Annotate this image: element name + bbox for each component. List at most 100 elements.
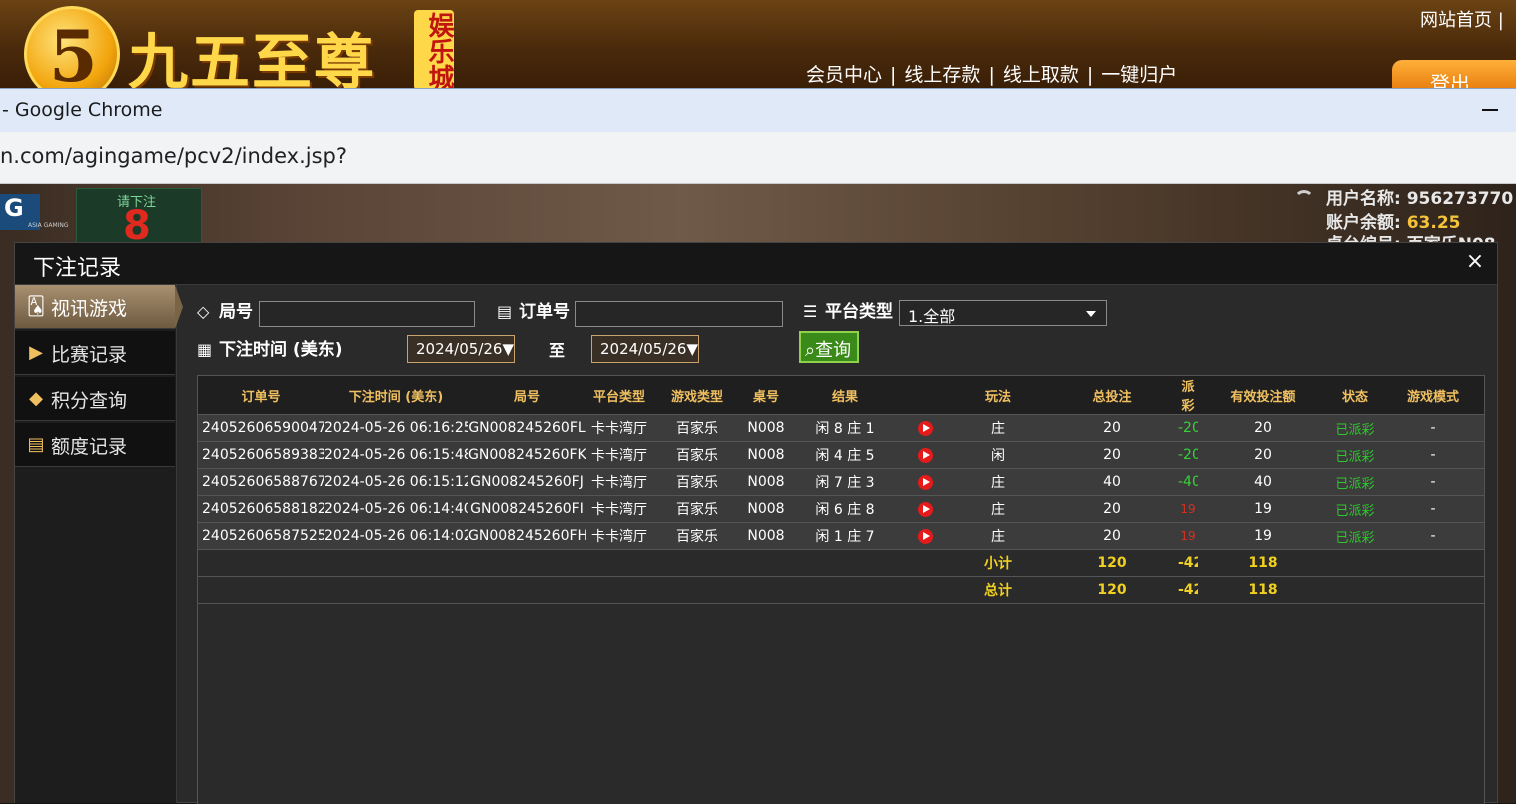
wifi-icon	[1294, 190, 1314, 210]
minimize-icon[interactable]	[1482, 109, 1498, 111]
cell-play: 庄	[950, 522, 1046, 550]
play-video-icon[interactable]	[917, 447, 933, 463]
empty-cell	[742, 549, 790, 577]
sidebar-item-live-games[interactable]: 🂡 视讯游戏	[15, 285, 183, 329]
cell-order: 240526065887677	[198, 468, 324, 496]
empty-cell	[900, 576, 950, 604]
play-video-icon[interactable]	[917, 474, 933, 490]
browser-title: - Google Chrome	[2, 99, 163, 121]
bet-records-table: 订单号 下注时间 (美东) 局号 平台类型 游戏类型 桌号 结果 玩法 总投注 派彩 有效投注额 状态…	[198, 376, 1484, 604]
column-header: 游戏模式	[1382, 376, 1484, 415]
browser-title-bar: - Google Chrome	[0, 88, 1516, 132]
play-video-icon[interactable]	[917, 501, 933, 517]
tag-icon: ◇	[197, 302, 210, 321]
empty-cell	[790, 576, 900, 604]
video-replay-cell	[900, 522, 950, 550]
video-replay-cell	[900, 441, 950, 469]
sidebar-item-label: 额度记录	[51, 436, 128, 458]
cell-play: 庄	[950, 414, 1046, 442]
address-url[interactable]: n.com/agingame/pcv2/index.jsp?	[0, 144, 347, 168]
site-logo-text[interactable]: 九五至尊	[128, 14, 376, 88]
column-header: 派彩	[1178, 376, 1198, 415]
home-link[interactable]: 网站首页 |	[1420, 6, 1504, 32]
cell-result: 闲 8 庄 1	[790, 414, 900, 442]
cell-mode: -	[1382, 495, 1484, 523]
table-row[interactable]: 240526065900472 2024-05-26 06:16:25 GN0082…	[198, 414, 1484, 442]
cell-play: 闲	[950, 441, 1046, 469]
column-header: 订单号	[198, 376, 324, 415]
cell-valid: 19	[1198, 522, 1328, 550]
column-header: 玩法	[950, 376, 1046, 415]
chevron-down-icon	[1086, 311, 1096, 317]
cell-mode: -	[1382, 522, 1484, 550]
user-info-panel: 用户名称: 956273770 账户余额: 63.25 桌台编号: 百家乐N08	[1290, 184, 1516, 255]
subtotal-row: 小计120-42118	[198, 549, 1484, 577]
sidebar-item-match-records[interactable]: ▶ 比赛记录	[15, 331, 175, 375]
clipboard-icon: ▤	[497, 302, 513, 321]
cell-valid: 19	[1198, 495, 1328, 523]
cell-status: 已派彩	[1328, 522, 1382, 550]
sidebar: 🂡 视讯游戏 ▶ 比赛记录 ◆ 积分查询 ▤ 额度记录	[15, 285, 183, 803]
table-row[interactable]: 240526065875252 2024-05-26 06:14:02 GN0082…	[198, 522, 1484, 550]
cell-valid: 20	[1198, 441, 1328, 469]
empty-cell	[586, 576, 652, 604]
bet-record-modal: 下注记录 × 🂡 视讯游戏 ▶ 比赛记录 ◆ 积分查询 ▤ 额度记录 ◇ 局号 ▤…	[14, 242, 1498, 804]
column-header: 总投注	[1046, 376, 1178, 415]
browser-address-bar[interactable]: n.com/agingame/pcv2/index.jsp?	[0, 132, 1516, 184]
date-to-picker[interactable]: 2024/05/26▼	[591, 335, 699, 363]
date-from-picker[interactable]: 2024/05/26▼	[407, 335, 515, 363]
cell-status: 已派彩	[1328, 468, 1382, 496]
table-row[interactable]: 240526065881826 2024-05-26 06:14:40 GN0082…	[198, 495, 1484, 523]
cell-time: 2024-05-26 06:15:48	[324, 441, 468, 469]
order-input[interactable]	[575, 301, 783, 327]
table-row[interactable]: 240526065893830 2024-05-26 06:15:48 GN0082…	[198, 441, 1484, 469]
empty-cell	[790, 549, 900, 577]
cell-table: N008	[742, 468, 790, 496]
cell-result: 闲 7 庄 3	[790, 468, 900, 496]
cell-time: 2024-05-26 06:14:40	[324, 495, 468, 523]
video-replay-cell	[900, 468, 950, 496]
cell-round: GN008245260FJ	[468, 468, 586, 496]
logout-button[interactable]: 登出	[1392, 60, 1516, 88]
play-video-icon[interactable]	[917, 528, 933, 544]
cell-play: 庄	[950, 495, 1046, 523]
nav-one-click-transfer[interactable]: 一键归户	[1101, 64, 1177, 86]
query-label: 查询	[815, 340, 852, 361]
cell-bet: 20	[1046, 522, 1178, 550]
play-video-icon[interactable]	[917, 420, 933, 436]
cell-platform: 卡卡湾厅	[586, 468, 652, 496]
cell-platform: 卡卡湾厅	[586, 522, 652, 550]
cell-status: 已派彩	[1328, 414, 1382, 442]
query-button[interactable]: ⌕查询	[799, 331, 860, 363]
nav-member-center[interactable]: 会员中心	[806, 64, 882, 86]
empty-cell	[1382, 576, 1484, 604]
close-icon[interactable]: ×	[1465, 251, 1485, 273]
empty-cell	[900, 549, 950, 577]
to-label: 至	[549, 341, 566, 360]
sidebar-item-credit-records[interactable]: ▤ 额度记录	[15, 423, 175, 467]
empty-cell	[742, 576, 790, 604]
cell-payout: -20	[1178, 441, 1198, 469]
cell-table: N008	[742, 495, 790, 523]
sidebar-item-label: 积分查询	[51, 390, 128, 412]
column-header: 局号	[468, 376, 586, 415]
cell-payout: -40	[1178, 468, 1198, 496]
round-input[interactable]	[259, 301, 475, 327]
nav-online-deposit[interactable]: 线上存款	[904, 64, 980, 86]
column-header	[900, 376, 950, 415]
nav-online-withdraw[interactable]: 线上取款	[1003, 64, 1079, 86]
table-header-row: 订单号 下注时间 (美东) 局号 平台类型 游戏类型 桌号 结果 玩法 总投注 派彩 有效投注额 状态…	[198, 376, 1484, 415]
empty-cell	[652, 576, 742, 604]
cell-mode: -	[1382, 441, 1484, 469]
sidebar-item-points-query[interactable]: ◆ 积分查询	[15, 377, 175, 421]
table-row[interactable]: 240526065887677 2024-05-26 06:15:12 GN0082…	[198, 468, 1484, 496]
column-header: 游戏类型	[652, 376, 742, 415]
platform-select[interactable]: 1.全部	[899, 300, 1107, 326]
cell-mode: -	[1382, 468, 1484, 496]
top-nav: 会员中心 | 线上存款 | 线上取款 | 一键归户	[806, 60, 1177, 87]
cell-bet: 20	[1046, 414, 1178, 442]
cell-valid: 40	[1198, 468, 1328, 496]
cell-result: 闲 4 庄 5	[790, 441, 900, 469]
cell-mode: -	[1382, 414, 1484, 442]
site-logo-emblem[interactable]: 5	[24, 6, 120, 88]
